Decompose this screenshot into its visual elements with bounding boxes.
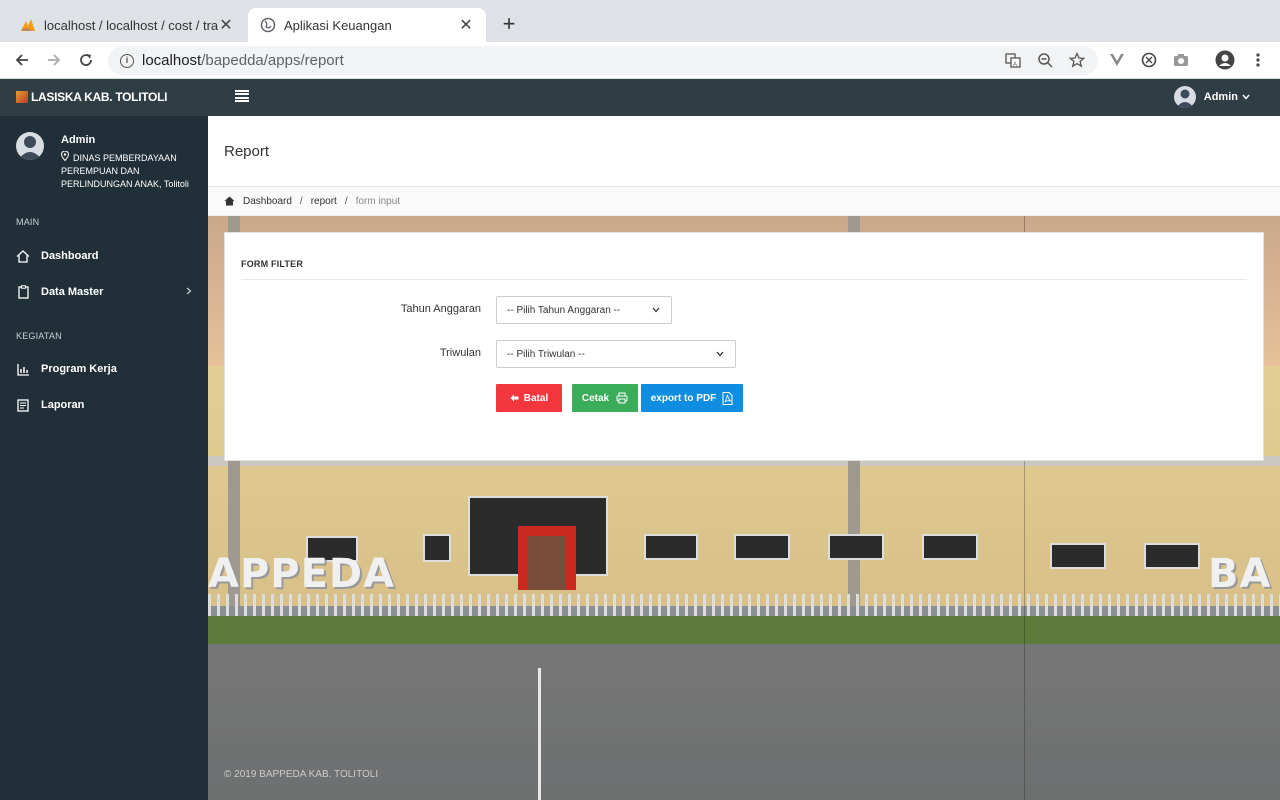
tahun-anggaran-label: Tahun Anggaran: [400, 303, 481, 315]
user-menu[interactable]: Admin: [1173, 86, 1250, 108]
breadcrumb-current: form input: [355, 195, 401, 207]
translate-icon[interactable]: A: [1003, 50, 1023, 70]
brand-emblem-icon: [16, 91, 28, 103]
tab-title: Aplikasi Keuangan: [284, 17, 392, 33]
arrow-left-icon: [510, 394, 519, 402]
triwulan-select[interactable]: -- Pilih Triwulan --: [496, 340, 736, 368]
breadcrumb: Dashboard / report / form input: [208, 187, 1280, 216]
home-icon: [224, 196, 235, 206]
button-label: Batal: [523, 392, 549, 404]
user-organization: DINAS PEMBERDAYAAN PEREMPUAN DAN PERLIND…: [60, 150, 196, 191]
clipboard-icon: [16, 285, 30, 299]
sidebar-item-label: Program Kerja: [41, 363, 117, 375]
footer-copyright: © 2019 BAPPEDA KAB. TOLITOLI: [224, 769, 379, 780]
sidebar: Admin DINAS PEMBERDAYAAN PEREMPUAN DAN P…: [0, 116, 208, 800]
url-host: localhost: [142, 52, 202, 69]
zoom-out-icon[interactable]: [1035, 50, 1055, 70]
page-header: Report: [208, 116, 1280, 187]
user-name: Admin: [61, 134, 96, 146]
form-filter-card: FORM FILTER Tahun Anggaran -- Pilih Tahu…: [224, 232, 1264, 461]
vue-devtools-icon[interactable]: [1107, 50, 1127, 70]
sidebar-item-label: Laporan: [41, 399, 85, 411]
address-bar[interactable]: i localhost/bapedda/apps/report: [108, 46, 1098, 75]
chevron-down-icon: [651, 305, 661, 315]
section-title-main: MAIN: [16, 217, 40, 227]
cetak-button[interactable]: Cetak: [572, 384, 638, 412]
forward-arrow-icon[interactable]: [44, 50, 64, 70]
breadcrumb-report-link[interactable]: report: [311, 196, 337, 207]
chevron-right-icon: [186, 286, 192, 298]
export-pdf-button[interactable]: export to PDF: [641, 384, 743, 412]
close-tab-icon[interactable]: ✕: [218, 15, 234, 35]
bookmark-star-icon[interactable]: [1067, 50, 1087, 70]
browser-tab-strip: PMA localhost / localhost / cost / tra ✕…: [0, 0, 1280, 42]
batal-button[interactable]: Batal: [496, 384, 562, 412]
sidebar-toggle-icon[interactable]: [235, 90, 249, 102]
card-title: FORM FILTER: [241, 259, 304, 269]
pdf-file-icon: [722, 391, 733, 405]
extension-circle-icon[interactable]: [1139, 50, 1159, 70]
sidebar-item-data-master[interactable]: Data Master: [16, 282, 196, 302]
site-info-icon[interactable]: i: [120, 53, 134, 68]
sidebar-item-laporan[interactable]: Laporan: [16, 395, 196, 415]
reload-icon[interactable]: [76, 50, 96, 70]
svg-text:PMA: PMA: [22, 27, 31, 32]
user-org-text: DINAS PEMBERDAYAAN PEREMPUAN DAN PERLIND…: [61, 153, 189, 189]
section-title-kegiatan: KEGIATAN: [16, 331, 62, 341]
avatar: [1173, 86, 1196, 108]
new-tab-button[interactable]: +: [498, 13, 520, 35]
browser-menu-icon[interactable]: [1248, 50, 1268, 70]
sidebar-item-label: Dashboard: [41, 250, 99, 262]
sidebar-item-program-kerja[interactable]: Program Kerja: [16, 359, 196, 379]
chevron-down-icon: [715, 349, 725, 359]
avatar: [16, 132, 44, 160]
app-header: LASISKA KAB. TOLITOLI Admin: [0, 79, 1280, 116]
page-title: Report: [224, 143, 270, 160]
background-sign-text: BA: [1208, 551, 1272, 597]
triwulan-label: Triwulan: [439, 347, 481, 359]
report-icon: [16, 398, 30, 412]
background-sign-text: APPEDA: [208, 551, 396, 597]
svg-text:A: A: [1013, 62, 1017, 68]
camera-icon[interactable]: [1171, 50, 1191, 70]
chart-icon: [16, 362, 30, 376]
tab-title: localhost / localhost / cost / tra: [44, 17, 218, 33]
back-arrow-icon[interactable]: [12, 50, 32, 70]
printer-icon: [616, 392, 628, 404]
map-pin-icon: [60, 150, 70, 165]
sidebar-item-label: Data Master: [41, 286, 104, 298]
breadcrumb-dashboard-link[interactable]: Dashboard: [243, 196, 292, 207]
button-label: export to PDF: [650, 392, 717, 404]
brand-text: LASISKA KAB. TOLITOLI: [31, 90, 168, 104]
browser-tab-phpmyadmin[interactable]: PMA localhost / localhost / cost / tra ✕: [8, 8, 246, 42]
url-path: /bapedda/apps/report: [201, 52, 344, 69]
select-value: -- Pilih Triwulan --: [507, 348, 585, 360]
phpmyadmin-favicon-icon: PMA: [20, 17, 36, 33]
home-icon: [16, 249, 30, 263]
sidebar-item-dashboard[interactable]: Dashboard: [16, 246, 196, 266]
user-menu-name: Admin: [1203, 91, 1238, 103]
brand-logo[interactable]: LASISKA KAB. TOLITOLI: [16, 90, 167, 104]
select-value: -- Pilih Tahun Anggaran --: [507, 304, 621, 316]
globe-favicon-icon: [260, 17, 276, 33]
browser-toolbar: i localhost/bapedda/apps/report A: [0, 42, 1280, 79]
chevron-down-icon: [1242, 92, 1250, 102]
main-content: Report Dashboard / report / form input A…: [208, 116, 1280, 800]
button-label: Cetak: [581, 392, 610, 404]
profile-icon[interactable]: [1215, 50, 1235, 70]
close-tab-icon[interactable]: ✕: [458, 15, 474, 35]
tahun-anggaran-select[interactable]: -- Pilih Tahun Anggaran --: [496, 296, 672, 324]
browser-tab-aplikasi-keuangan[interactable]: Aplikasi Keuangan ✕: [248, 8, 486, 42]
